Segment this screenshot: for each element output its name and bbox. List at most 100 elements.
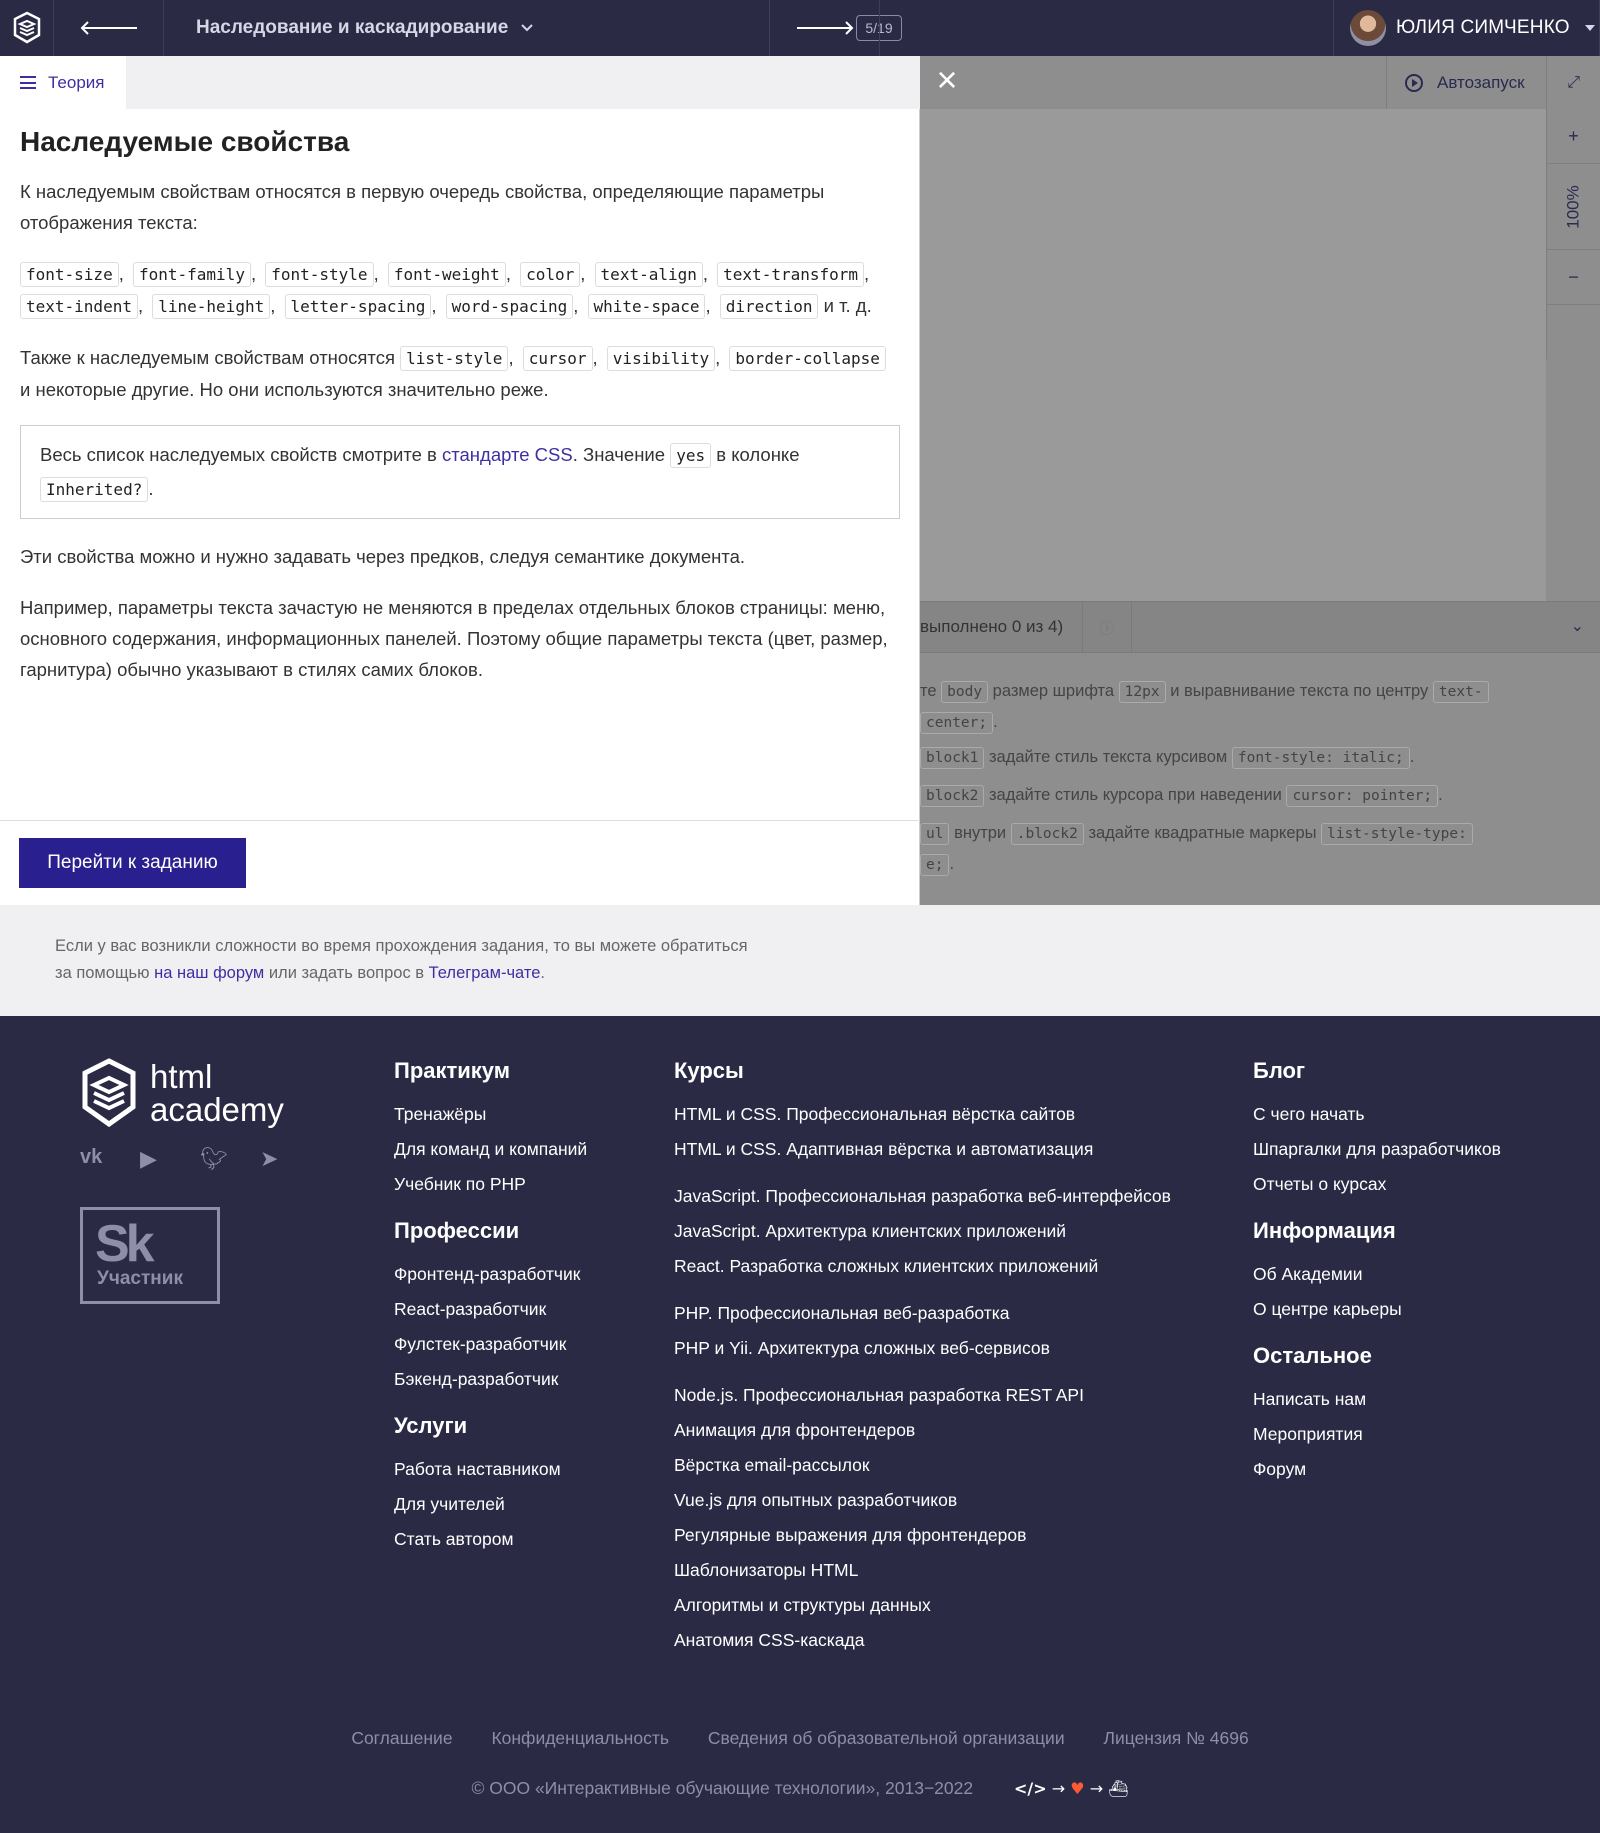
arrow-left-icon: [80, 21, 137, 35]
footer-link[interactable]: Об Академии: [1253, 1257, 1501, 1292]
footer-link[interactable]: Учебник по PHP: [394, 1167, 587, 1202]
footer-link[interactable]: Тренажёры: [394, 1097, 587, 1132]
footer-link[interactable]: Для команд и компаний: [394, 1132, 587, 1167]
code-love-ship-icons: </> → ♥ → ⛴: [1014, 1779, 1129, 1798]
footer-link[interactable]: Для учителей: [394, 1487, 587, 1522]
code-cursor: cursor: [522, 346, 593, 371]
footer-link[interactable]: PHP и Yii. Архитектура сложных веб-серви…: [674, 1331, 1171, 1366]
task-code: .block2: [1010, 823, 1084, 845]
zoom-in-button[interactable]: +: [1547, 109, 1600, 164]
telegram-chat-link[interactable]: Телеграм-чате: [429, 964, 541, 982]
code-icon: </>: [1014, 1779, 1047, 1798]
services-heading: Услуги: [394, 1413, 468, 1438]
footer-bottom-link[interactable]: Сведения об образовательной организации: [708, 1728, 1065, 1748]
footer-link[interactable]: Форум: [1253, 1452, 1501, 1487]
footer-link[interactable]: PHP. Профессиональная веб-разработка: [674, 1296, 1171, 1331]
info-icon[interactable]: ⓘ: [1082, 602, 1132, 652]
prev-lesson-button[interactable]: [54, 0, 164, 56]
twitter-icon[interactable]: 🐦︎: [200, 1146, 260, 1172]
footer-link[interactable]: Работа наставником: [394, 1452, 587, 1487]
footer-link[interactable]: Фронтенд-разработчик: [394, 1257, 587, 1292]
task-text: задайте стиль текста курсивом: [988, 748, 1228, 766]
also-suffix: и некоторые другие. Но они используются …: [20, 379, 549, 400]
footer-link[interactable]: О центре карьеры: [1253, 1292, 1501, 1327]
footer-link[interactable]: Бэкенд-разработчик: [394, 1362, 587, 1397]
footer-link[interactable]: Алгоритмы и структуры данных: [674, 1588, 1171, 1623]
lesson-title: Наследование и каскадирование: [196, 17, 509, 38]
footer-bottom-link[interactable]: Лицензия № 4696: [1103, 1728, 1248, 1748]
copyright: © ООО «Интерактивные обучающие технологи…: [0, 1778, 1600, 1799]
theory-content: Наследуемые свойства К наследуемым свойс…: [20, 126, 900, 705]
theory-tab-bar: Теория: [0, 56, 920, 109]
note-prefix: Весь список наследуемых свойств смотрите…: [40, 444, 437, 465]
youtube-icon[interactable]: ▶: [140, 1146, 200, 1172]
footer-link[interactable]: React-разработчик: [394, 1292, 587, 1327]
footer-link[interactable]: Мероприятия: [1253, 1417, 1501, 1452]
footer-link[interactable]: С чего начать: [1253, 1097, 1501, 1132]
footer-link[interactable]: Регулярные выражения для фронтендеров: [674, 1518, 1171, 1553]
footer-link[interactable]: React. Разработка сложных клиентских при…: [674, 1249, 1171, 1284]
footer-link[interactable]: Шпаргалки для разработчиков: [1253, 1132, 1501, 1167]
footer-link[interactable]: Vue.js для опытных разработчиков: [674, 1483, 1171, 1518]
forum-link[interactable]: на наш форум: [154, 964, 264, 982]
user-name: ЮЛИЯ СИМЧЕНКО: [1396, 17, 1570, 38]
code-visibility: visibility: [606, 346, 716, 371]
avatar: [1350, 10, 1386, 46]
code-font-family: font-family: [132, 262, 251, 287]
go-to-task-button[interactable]: Перейти к заданию: [19, 838, 246, 888]
arrow-icon: →: [1089, 1779, 1104, 1798]
blog-heading: Блог: [1253, 1058, 1306, 1083]
code-word-spacing: word-spacing: [445, 294, 574, 319]
academy-logo-button[interactable]: [0, 0, 54, 56]
code-border-collapse: border-collapse: [729, 346, 886, 371]
task-text: задайте стиль курсора при наведении: [988, 786, 1282, 804]
footer-logo[interactable]: html academy: [80, 1058, 284, 1128]
footer-link[interactable]: Отчеты о курсах: [1253, 1167, 1501, 1202]
heart-icon: ♥: [1070, 1779, 1085, 1798]
task-text: размер шрифта: [992, 682, 1115, 700]
close-icon: ×: [936, 59, 958, 100]
code-text-indent: text-indent: [20, 294, 138, 319]
skolkovo-badge: Sk Участник: [80, 1207, 220, 1304]
autorun-toggle[interactable]: Автозапуск: [1387, 56, 1546, 109]
footer-link[interactable]: HTML и CSS. Адаптивная вёрстка и автомат…: [674, 1132, 1171, 1167]
fullscreen-button[interactable]: ⤢: [1546, 56, 1600, 109]
vk-icon[interactable]: vk: [80, 1146, 140, 1172]
copyright-text: © ООО «Интерактивные обучающие технологи…: [471, 1778, 974, 1798]
footer-bottom-link[interactable]: Конфиденциальность: [491, 1728, 669, 1748]
footer-bottom-link[interactable]: Соглашение: [351, 1728, 452, 1748]
footer-link[interactable]: Вёрстка email-рассылок: [674, 1448, 1171, 1483]
footer-link[interactable]: JavaScript. Архитектура клиентских прило…: [674, 1214, 1171, 1249]
footer-link[interactable]: Написать нам: [1253, 1382, 1501, 1417]
task-item: ul внутри .block2 задайте квадратные мар…: [920, 818, 1600, 884]
zoom-out-button[interactable]: −: [1547, 250, 1600, 305]
code-color: color: [520, 262, 581, 287]
collapse-tasks-button[interactable]: ⌄: [1571, 616, 1584, 636]
task-code: font-style: italic;: [1231, 747, 1410, 769]
arrow-right-icon: [796, 21, 853, 35]
footer-link[interactable]: Анимация для фронтендеров: [674, 1413, 1171, 1448]
footer-link[interactable]: Шаблонизаторы HTML: [674, 1553, 1171, 1588]
footer-link[interactable]: Фулстек-разработчик: [394, 1327, 587, 1362]
code-line-height: line-height: [152, 294, 271, 319]
task-item: block2 задайте стиль курсора при наведен…: [920, 780, 1600, 818]
task-code: ul: [920, 823, 950, 845]
footer-link[interactable]: JavaScript. Профессиональная разработка …: [674, 1179, 1171, 1214]
footer-link[interactable]: Node.js. Профессиональная разработка RES…: [674, 1378, 1171, 1413]
next-lesson-button[interactable]: [770, 0, 880, 56]
code-letter-spacing: letter-spacing: [284, 294, 432, 319]
user-menu[interactable]: ЮЛИЯ СИМЧЕНКО: [1333, 0, 1600, 56]
footer-link[interactable]: HTML и CSS. Профессиональная вёрстка сай…: [674, 1097, 1171, 1132]
tab-theory[interactable]: Теория: [0, 56, 126, 109]
lesson-title-dropdown[interactable]: Наследование и каскадирование 5/19: [164, 0, 902, 56]
footer-link[interactable]: Стать автором: [394, 1522, 587, 1557]
theory-heading: Наследуемые свойства: [20, 126, 350, 157]
task-item: те body размер шрифта 12px и выравнивани…: [920, 676, 1600, 742]
css-standard-link[interactable]: стандарте CSS: [442, 444, 573, 465]
task-code: e;: [920, 854, 950, 876]
telegram-icon[interactable]: ➤: [260, 1146, 320, 1172]
footer: html academy vk ▶ 🐦︎ ➤ Sk Участник Практ…: [0, 1016, 1600, 1833]
footer-link[interactable]: Анатомия CSS-каскада: [674, 1623, 1171, 1658]
close-theory-button[interactable]: ×: [932, 62, 962, 98]
task-code: cursor: pointer;: [1286, 785, 1439, 807]
